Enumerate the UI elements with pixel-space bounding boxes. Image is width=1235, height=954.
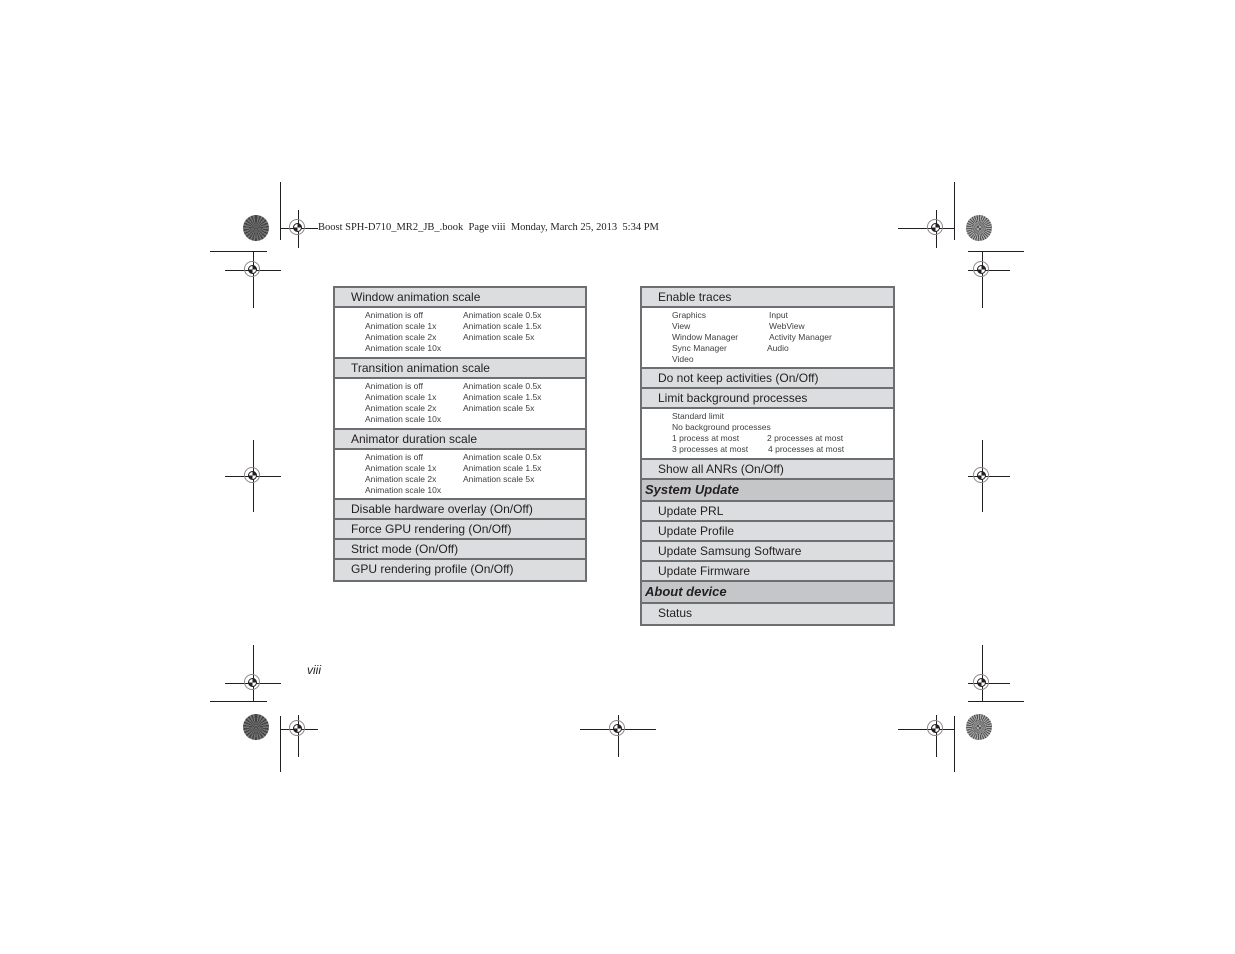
option: 3 processes at most bbox=[672, 444, 749, 454]
enable-traces-row: Enable traces bbox=[642, 288, 893, 308]
option: Animation scale 0.5x bbox=[463, 452, 542, 462]
system-update-section-header: System Update bbox=[642, 480, 893, 502]
page-number: viii bbox=[307, 663, 321, 677]
option: Animation scale 10x bbox=[365, 485, 442, 495]
animator-duration-options: Animation is off Animation scale 0.5x An… bbox=[335, 450, 585, 500]
option: Graphics bbox=[672, 310, 707, 320]
do-not-keep-activities-row: Do not keep activities (On/Off) bbox=[642, 369, 893, 389]
option: Animation scale 1.5x bbox=[463, 392, 542, 402]
animator-duration-scale-row: Animator duration scale bbox=[335, 430, 585, 450]
option: Animation scale 0.5x bbox=[463, 381, 542, 391]
option: WebView bbox=[769, 321, 805, 331]
crop-line bbox=[968, 251, 1024, 252]
option: Input bbox=[769, 310, 788, 320]
option: Animation scale 10x bbox=[365, 414, 442, 424]
option: Window Manager bbox=[672, 332, 739, 342]
option: Animation scale 1.5x bbox=[463, 463, 542, 473]
transition-animation-options: Animation is off Animation scale 0.5x An… bbox=[335, 379, 585, 430]
about-device-section-header: About device bbox=[642, 582, 893, 604]
option: Animation scale 2x bbox=[365, 332, 437, 342]
option: Animation scale 1x bbox=[365, 463, 437, 473]
option: Animation scale 1x bbox=[365, 392, 437, 402]
window-animation-options: Animation is off Animation scale 0.5x An… bbox=[335, 308, 585, 359]
gpu-rendering-profile-row: GPU rendering profile (On/Off) bbox=[335, 560, 585, 580]
update-prl-row: Update PRL bbox=[642, 502, 893, 522]
option: Animation is off bbox=[365, 381, 423, 391]
limit-background-processes-row: Limit background processes bbox=[642, 389, 893, 409]
update-samsung-software-row: Update Samsung Software bbox=[642, 542, 893, 562]
crop-line bbox=[210, 701, 267, 702]
transition-animation-scale-row: Transition animation scale bbox=[335, 359, 585, 379]
option: Animation scale 2x bbox=[365, 403, 437, 413]
color-bar-disc-icon bbox=[243, 714, 269, 740]
window-animation-scale-row: Window animation scale bbox=[335, 288, 585, 308]
option: Video bbox=[672, 354, 694, 364]
limit-background-options: Standard limit No background processes 1… bbox=[642, 409, 893, 460]
color-bar-disc-icon bbox=[966, 215, 992, 241]
option: Animation scale 1.5x bbox=[463, 321, 542, 331]
option: Audio bbox=[767, 343, 789, 353]
developer-options-table-right: Enable traces Graphics Input View WebVie… bbox=[640, 286, 895, 626]
developer-options-table-left: Window animation scale Animation is off … bbox=[333, 286, 587, 582]
crop-line bbox=[280, 716, 281, 772]
option: Animation scale 5x bbox=[463, 332, 535, 342]
crop-line bbox=[968, 701, 1024, 702]
option: Activity Manager bbox=[769, 332, 832, 342]
update-profile-row: Update Profile bbox=[642, 522, 893, 542]
update-firmware-row: Update Firmware bbox=[642, 562, 893, 582]
option: Animation scale 10x bbox=[365, 343, 442, 353]
option: Animation is off bbox=[365, 310, 423, 320]
crop-line bbox=[280, 182, 281, 240]
crop-line bbox=[954, 182, 955, 240]
option: Sync Manager bbox=[672, 343, 727, 353]
color-bar-disc-icon bbox=[966, 714, 992, 740]
show-all-anrs-row: Show all ANRs (On/Off) bbox=[642, 460, 893, 480]
enable-traces-options: Graphics Input View WebView Window Manag… bbox=[642, 308, 893, 369]
status-row: Status bbox=[642, 604, 893, 624]
option: Animation scale 0.5x bbox=[463, 310, 542, 320]
option: 2 processes at most bbox=[767, 433, 844, 443]
option: No background processes bbox=[672, 422, 771, 432]
color-bar-disc-icon bbox=[243, 215, 269, 241]
option: 4 processes at most bbox=[768, 444, 845, 454]
crop-line bbox=[210, 251, 267, 252]
option: 1 process at most bbox=[672, 433, 740, 443]
option: Animation is off bbox=[365, 452, 423, 462]
option: View bbox=[672, 321, 691, 331]
option: Animation scale 2x bbox=[365, 474, 437, 484]
option: Animation scale 5x bbox=[463, 474, 535, 484]
crop-line bbox=[954, 716, 955, 772]
option: Animation scale 5x bbox=[463, 403, 535, 413]
option: Animation scale 1x bbox=[365, 321, 437, 331]
force-gpu-rendering-row: Force GPU rendering (On/Off) bbox=[335, 520, 585, 540]
strict-mode-row: Strict mode (On/Off) bbox=[335, 540, 585, 560]
print-header-slug: Boost SPH-D710_MR2_JB_.book Page viii Mo… bbox=[318, 222, 659, 233]
disable-hardware-overlay-row: Disable hardware overlay (On/Off) bbox=[335, 500, 585, 520]
option: Standard limit bbox=[672, 411, 724, 421]
